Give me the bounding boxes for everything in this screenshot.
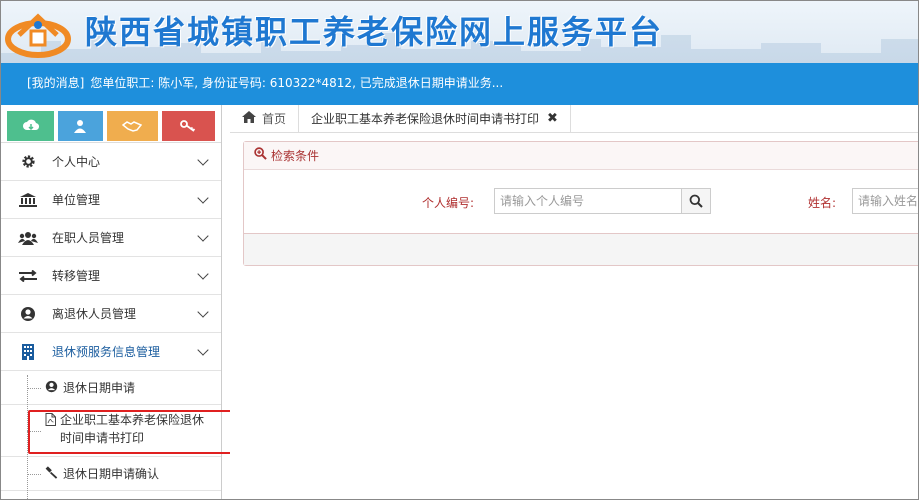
chevron-down-icon (197, 230, 209, 242)
search-row: 个人编号: 请输入个人编号 姓名: 请输入姓名 (244, 188, 918, 216)
menu-label: 个人中心 (52, 155, 101, 169)
close-icon[interactable]: ✖ (547, 111, 558, 126)
tab-current-label: 企业职工基本养老保险退休时间申请书打印 (311, 112, 540, 126)
person-id-input[interactable]: 请输入个人编号 (494, 188, 682, 214)
menu-label: 退休预服务信息管理 (52, 345, 161, 359)
panel-footer (244, 233, 918, 265)
menu-item-retirement-pre-service[interactable]: 退休预服务信息管理 (1, 333, 221, 371)
menu-item-transfer-management[interactable]: 转移管理 (1, 257, 221, 295)
shortcut-handshake-button[interactable] (106, 111, 158, 141)
tab-home[interactable]: 首页 (230, 105, 300, 132)
menu-item-unit-management[interactable]: 单位管理 (1, 181, 221, 219)
menu-label: 离退休人员管理 (52, 307, 137, 321)
cloud-download-icon (22, 119, 39, 131)
chevron-down-icon (197, 192, 209, 204)
submenu-label: 退休日期申请 (63, 380, 136, 395)
search-button[interactable] (681, 188, 711, 214)
zoom-in-icon (254, 147, 267, 164)
shortcut-key-button[interactable] (161, 111, 216, 141)
menu-item-personal-center[interactable]: 个人中心 (1, 143, 221, 181)
platform-logo-icon (5, 13, 71, 58)
user-circle-icon (45, 380, 59, 396)
menu-item-retiree-management[interactable]: 离退休人员管理 (1, 295, 221, 333)
menu-label: 在职人员管理 (52, 231, 125, 245)
user-circle-icon (17, 306, 39, 322)
name-input[interactable]: 请输入姓名 (852, 188, 918, 214)
app-window: 陕西省城镇职工养老保险网上服务平台 [我的消息] 您单位职工: 陈小军, 身份证号… (0, 0, 919, 500)
chevron-down-icon (197, 268, 209, 280)
message-text: 您单位职工: 陈小军, 身份证号码: 610322*4812, 已完成退休日期申… (90, 76, 504, 90)
message-notice-bar[interactable]: [我的消息] 您单位职工: 陈小军, 身份证号码: 610322*4812, 已完… (1, 63, 918, 105)
exchange-icon (17, 269, 39, 282)
submenu-label: 退休日期申请确认 (63, 466, 160, 481)
search-conditions-panel: 检索条件 个人编号: 请输入个人编号 姓名: 请输入姓名 (243, 141, 918, 266)
bank-icon (17, 192, 39, 207)
submenu-item-retirement-date-application[interactable]: 退休日期申请 (1, 371, 221, 405)
panel-header: 检索条件 (244, 142, 918, 170)
chevron-down-icon (197, 344, 209, 356)
shortcut-download-button[interactable] (7, 111, 55, 141)
shortcut-user-button[interactable] (58, 111, 103, 141)
chevron-down-icon (197, 154, 209, 166)
chevron-down-icon (197, 306, 209, 318)
gear-icon (17, 154, 39, 169)
menu-item-employee-management[interactable]: 在职人员管理 (1, 219, 221, 257)
user-icon (74, 120, 87, 133)
building-icon (17, 343, 39, 360)
tab-home-label: 首页 (262, 112, 287, 126)
person-id-label: 个人编号: (422, 196, 475, 210)
menu-label: 转移管理 (52, 269, 101, 283)
site-title: 陕西省城镇职工养老保险网上服务平台 (85, 13, 664, 51)
shortcut-bar (1, 105, 221, 143)
name-label: 姓名: (808, 196, 837, 210)
header-banner: 陕西省城镇职工养老保险网上服务平台 (1, 1, 918, 63)
handshake-icon (122, 121, 143, 132)
menu-label: 单位管理 (52, 193, 101, 207)
panel-title: 检索条件 (271, 149, 320, 163)
gavel-icon (45, 465, 59, 482)
tab-bar: 首页 企业职工基本养老保险退休时间申请书打印 ✖ (230, 105, 918, 133)
main-content: 首页 企业职工基本养老保险退休时间申请书打印 ✖ 检索条件 个人编号: 请输入个… (230, 105, 918, 499)
key-icon (180, 120, 196, 132)
submenu-item-retirement-date-confirm[interactable]: 退休日期申请确认 (1, 457, 221, 491)
message-tag: [我的消息] (27, 76, 85, 90)
home-icon (242, 110, 256, 127)
tab-retirement-application-print[interactable]: 企业职工基本养老保险退休时间申请书打印 ✖ (299, 105, 571, 132)
users-icon (17, 231, 39, 245)
search-icon (689, 194, 703, 208)
highlight-box (28, 410, 235, 454)
